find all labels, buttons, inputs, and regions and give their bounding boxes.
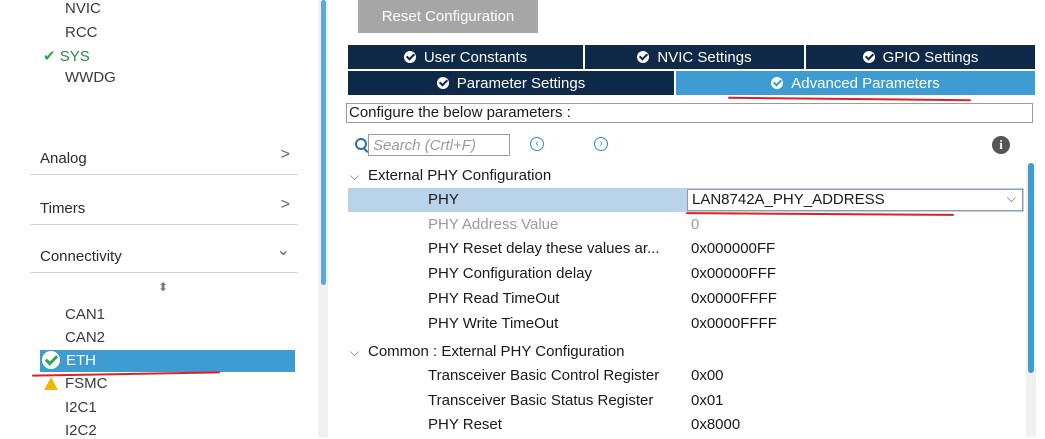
peripheral-eth-selected[interactable]: ETH [40, 350, 295, 372]
param-row-phy[interactable]: PHY LAN8742A_PHY_ADDRESS ⌵ [348, 188, 1024, 212]
sort-icon[interactable]: ⬍ [158, 280, 168, 294]
search-icon [355, 138, 367, 150]
peripheral-i2c1[interactable]: I2C1 [65, 399, 97, 416]
peripheral-rcc[interactable]: RCC [65, 24, 98, 41]
scrollbar-thumb[interactable] [1028, 163, 1034, 373]
chevron-down-icon: ⌵ [350, 345, 360, 359]
peripheral-tree-panel: NVIC RCC ✔ SYS WWDG Analog > Timers > Co… [0, 0, 318, 439]
parameters-scrollbar[interactable] [1026, 163, 1036, 437]
category-label: Connectivity [40, 248, 122, 265]
section-header-external-phy[interactable]: ⌵ External PHY Configuration [350, 165, 551, 187]
description-label: Configure the below parameters : [346, 103, 1033, 123]
peripheral-sys[interactable]: ✔ SYS [43, 47, 90, 65]
peripheral-i2c2[interactable]: I2C2 [65, 422, 97, 439]
param-row-phy-reset-delay[interactable]: PHY Reset delay these values ar... 0x000… [348, 237, 1024, 261]
peripheral-nvic[interactable]: NVIC [65, 0, 101, 17]
param-row-phy-read-timeout[interactable]: PHY Read TimeOut 0x0000FFFF [348, 287, 1024, 311]
reset-configuration-button[interactable]: Reset Configuration [358, 0, 538, 33]
search-next-icon[interactable]: › [594, 137, 608, 151]
param-row-phy-reset[interactable]: PHY Reset 0x8000 [348, 413, 1024, 437]
chevron-right-icon: > [280, 196, 290, 213]
chevron-down-icon: ⌵ [1006, 191, 1016, 205]
check-circle-icon [436, 77, 449, 89]
peripheral-can1[interactable]: CAN1 [65, 306, 105, 323]
check-circle-icon [637, 51, 650, 63]
check-circle-icon [862, 51, 875, 63]
chevron-right-icon: > [280, 146, 290, 163]
param-row-transceiver-control[interactable]: Transceiver Basic Control Register 0x00 [348, 364, 1024, 388]
panel-scrollbar[interactable] [318, 0, 328, 437]
chevron-down-icon: ⌄ [276, 242, 290, 259]
category-label: Analog [40, 150, 87, 167]
search-input[interactable] [368, 134, 510, 156]
info-icon[interactable]: i [992, 136, 1010, 154]
param-row-transceiver-status[interactable]: Transceiver Basic Status Register 0x01 [348, 389, 1024, 413]
configuration-panel: Reset Configuration User Constants NVIC … [328, 0, 1045, 437]
tab-user-constants[interactable]: User Constants [348, 45, 584, 69]
check-icon: ✔ [43, 48, 56, 65]
search-previous-icon[interactable]: ‹ [530, 137, 544, 151]
param-row-phy-configuration-delay[interactable]: PHY Configuration delay 0x00000FFF [348, 262, 1024, 286]
category-connectivity[interactable]: Connectivity ⌄ [30, 236, 298, 273]
peripheral-can2[interactable]: CAN2 [65, 329, 105, 346]
scrollbar-thumb[interactable] [321, 0, 326, 285]
peripheral-wwdg[interactable]: WWDG [65, 69, 116, 86]
param-row-phy-write-timeout[interactable]: PHY Write TimeOut 0x0000FFFF [348, 312, 1024, 336]
tab-nvic-settings[interactable]: NVIC Settings [585, 45, 805, 69]
category-timers[interactable]: Timers > [30, 188, 298, 225]
tab-gpio-settings[interactable]: GPIO Settings [806, 45, 1035, 69]
phy-dropdown[interactable]: LAN8742A_PHY_ADDRESS ⌵ [687, 189, 1023, 211]
peripheral-fsmc[interactable]: FSMC [65, 375, 108, 392]
category-label: Timers [40, 200, 86, 217]
check-circle-icon [771, 77, 784, 89]
category-analog[interactable]: Analog > [30, 138, 298, 175]
warning-icon [44, 377, 58, 390]
param-row-phy-address-value[interactable]: PHY Address Value 0 [348, 213, 1024, 237]
annotation-underline [727, 96, 972, 102]
tab-advanced-parameters[interactable]: Advanced Parameters [676, 71, 1035, 95]
check-circle-icon [403, 51, 416, 63]
tab-parameter-settings[interactable]: Parameter Settings [348, 71, 675, 95]
check-circle-icon [42, 351, 60, 369]
section-header-common-external-phy[interactable]: ⌵ Common : External PHY Configuration [350, 341, 625, 363]
chevron-down-icon: ⌵ [350, 169, 360, 183]
annotation-underline [31, 371, 221, 377]
